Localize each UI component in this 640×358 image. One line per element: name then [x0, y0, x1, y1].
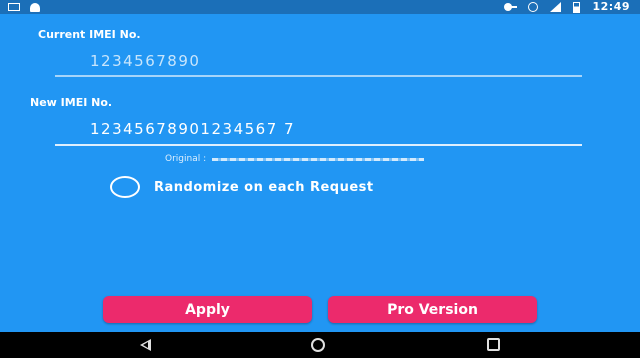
original-value-redacted	[212, 157, 425, 161]
new-imei-input[interactable]: 12345678901234567 7	[90, 120, 295, 138]
vpn-key-icon	[504, 3, 518, 11]
navigation-bar	[0, 332, 640, 358]
android-icon	[30, 2, 40, 12]
mail-icon	[8, 3, 20, 11]
original-row: Original :	[165, 154, 425, 164]
new-imei-label: New IMEI No.	[30, 96, 113, 109]
original-label: Original :	[165, 154, 207, 164]
home-icon[interactable]	[311, 338, 325, 352]
battery-icon	[573, 1, 581, 13]
alarm-icon	[528, 2, 539, 12]
signal-icon	[550, 2, 562, 12]
recents-icon[interactable]	[487, 338, 500, 351]
back-icon[interactable]	[140, 339, 151, 351]
randomize-label: Randomize on each Request	[154, 179, 374, 195]
randomize-option[interactable]: Randomize on each Request	[110, 176, 374, 198]
status-bar: 12:49	[0, 0, 640, 14]
apply-button[interactable]: Apply	[103, 296, 312, 323]
pro-version-button[interactable]: Pro Version	[328, 296, 537, 323]
current-imei-value: 1234567890	[90, 52, 201, 70]
status-right: 12:49	[504, 0, 630, 14]
current-imei-underline	[55, 75, 582, 77]
new-imei-underline	[55, 144, 582, 146]
current-imei-label: Current IMEI No.	[38, 28, 141, 41]
status-time: 12:49	[592, 0, 630, 13]
randomize-radio[interactable]	[110, 176, 140, 198]
status-left	[8, 0, 40, 14]
